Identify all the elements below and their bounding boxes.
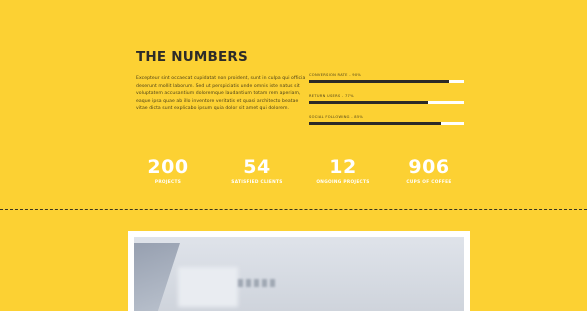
stat-satisfied-clients: 54 SATISFIED CLIENTS xyxy=(207,156,307,185)
dashed-divider xyxy=(0,209,587,210)
card-photo xyxy=(134,237,464,311)
progress-item: CONVERSION RATE - 90% xyxy=(309,73,464,94)
progress-track xyxy=(309,79,464,83)
photo-light-shape xyxy=(178,267,238,307)
progress-label: RETURN USERS - 77% xyxy=(309,94,354,98)
numbers-section: THE NUMBERS Excepteur sint occaecat cupi… xyxy=(0,0,587,311)
stat-label: SATISFIED CLIENTS xyxy=(231,180,283,185)
progress-item: SOCIAL FOLLOWING - 85% xyxy=(309,115,464,136)
progress-fill xyxy=(309,100,429,104)
progress-label: SOCIAL FOLLOWING - 85% xyxy=(309,115,364,119)
stat-value: 12 xyxy=(329,156,357,178)
progress-label: CONVERSION RATE - 90% xyxy=(309,73,362,77)
stat-label: ONGOING PROJECTS xyxy=(316,180,370,185)
stat-cups-of-coffee: 906 CUPS OF COFFEE xyxy=(379,156,479,185)
image-card[interactable] xyxy=(128,231,470,311)
stat-label: PROJECTS xyxy=(154,180,182,185)
progress-track xyxy=(309,121,464,125)
stat-value: 906 xyxy=(408,156,450,178)
progress-fill xyxy=(309,79,449,83)
photo-keyboard-shape xyxy=(238,279,278,287)
stat-value: 54 xyxy=(243,156,271,178)
stat-label: CUPS OF COFFEE xyxy=(406,180,452,185)
photo-laptop-shape xyxy=(134,243,180,311)
stat-ongoing-projects: 12 ONGOING PROJECTS xyxy=(293,156,393,185)
stat-projects: 200 PROJECTS xyxy=(118,156,218,185)
stats-row: 200 PROJECTS 54 SATISFIED CLIENTS 12 ONG… xyxy=(118,156,468,196)
progress-track xyxy=(309,100,464,104)
progress-item: RETURN USERS - 77% xyxy=(309,94,464,115)
section-description: Excepteur sint occaecat cupidatat non pr… xyxy=(136,76,306,112)
stat-value: 200 xyxy=(147,156,189,178)
progress-fill xyxy=(309,121,441,125)
progress-list: CONVERSION RATE - 90% RETURN USERS - 77%… xyxy=(309,73,464,136)
section-title: THE NUMBERS xyxy=(136,49,248,65)
